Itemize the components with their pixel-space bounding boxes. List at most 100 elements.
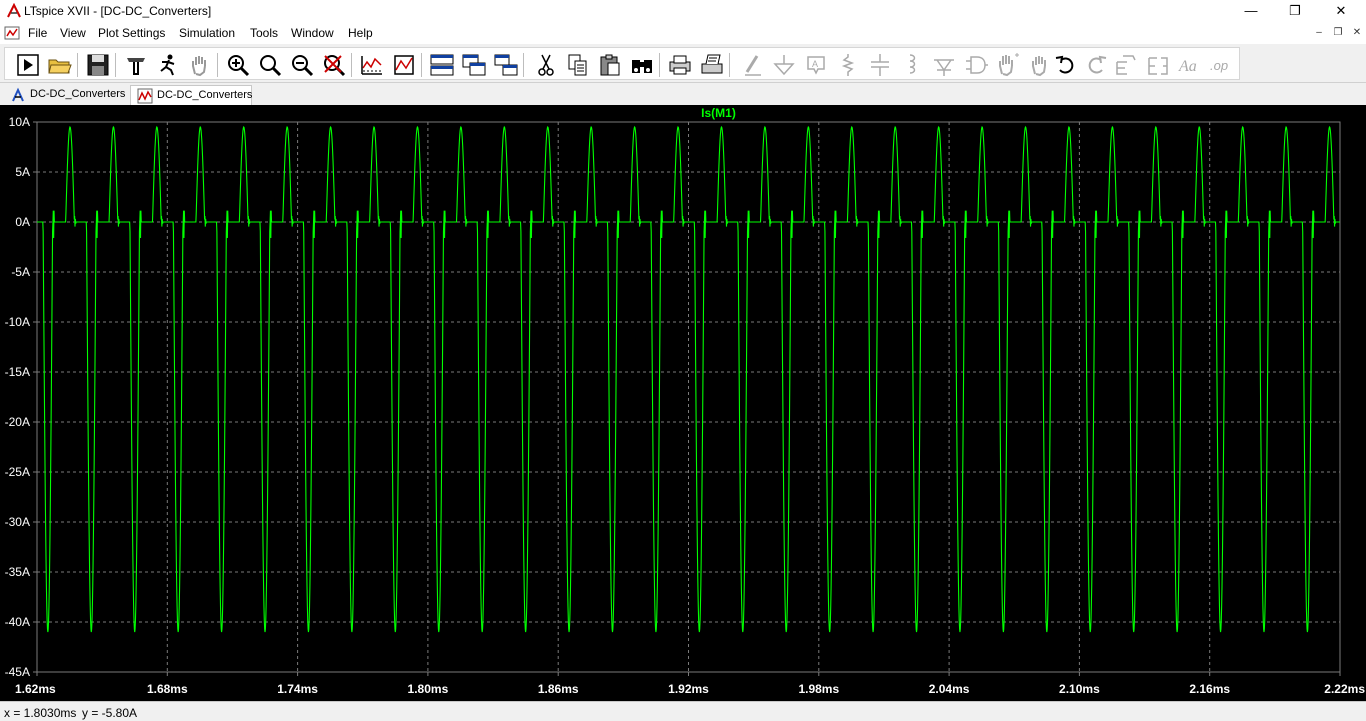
open-folder-icon[interactable] <box>47 52 73 78</box>
x-tick-label: 1.86ms <box>538 682 579 696</box>
zoom-out-icon[interactable] <box>289 52 315 78</box>
x-tick-label: 2.22ms <box>1324 682 1365 696</box>
tab-waveform[interactable]: DC-DC_Converters <box>130 85 252 105</box>
print-setup-icon[interactable] <box>699 52 725 78</box>
x-tick-label: 1.68ms <box>147 682 188 696</box>
x-tick-label: 1.80ms <box>408 682 449 696</box>
mdi-minimize-button[interactable]: ‒ <box>1311 26 1327 40</box>
resistor-icon[interactable] <box>835 52 861 78</box>
diode-icon[interactable] <box>931 52 957 78</box>
tile-vertical-icon[interactable] <box>493 52 519 78</box>
label-layer: 10A 5A 0A -5A -10A -15A -20A -25A -30A -35A -40A -4… <box>5 106 1366 696</box>
svg-text:Aa: Aa <box>1178 58 1197 75</box>
tab-label: DC-DC_Converters <box>157 89 253 101</box>
move-icon[interactable] <box>995 52 1021 78</box>
y-tick-label: -25A <box>5 465 30 479</box>
tab-label: DC-DC_Converters <box>30 88 126 100</box>
y-tick-label: -5A <box>11 265 30 279</box>
toolbar-separator <box>729 53 730 77</box>
find-icon[interactable] <box>629 52 655 78</box>
control-panel-icon[interactable] <box>123 52 149 78</box>
toolbar-separator <box>115 53 116 77</box>
grid-layer <box>33 121 1341 676</box>
redo-icon[interactable] <box>1083 52 1109 78</box>
maximize-button[interactable]: ❐ <box>1272 0 1318 22</box>
waveform-chart[interactable]: 10A 5A 0A -5A -10A -15A -20A -25A -30A -35A -40A -4… <box>0 105 1366 701</box>
ltspice-app-icon <box>6 2 22 19</box>
y-tick-label: 5A <box>15 165 30 179</box>
text-icon[interactable]: Aa <box>1177 52 1203 78</box>
x-tick-label: 2.04ms <box>929 682 970 696</box>
wire-icon[interactable] <box>739 52 765 78</box>
cut-icon[interactable] <box>533 52 559 78</box>
toolbar-separator <box>77 53 78 77</box>
label-icon[interactable]: A <box>803 52 829 78</box>
title-bar: LTspice XVII - [DC-DC_Converters] — ❐ ✕ <box>0 0 1366 22</box>
pan-hand-icon[interactable] <box>187 52 213 78</box>
menu-file[interactable]: File <box>28 26 47 40</box>
drag-icon[interactable] <box>1027 52 1053 78</box>
svg-text:.op: .op <box>1210 58 1228 73</box>
toolbar: A Aa .op <box>0 44 1366 82</box>
y-tick-label: -20A <box>5 415 30 429</box>
menu-tools[interactable]: Tools <box>250 26 278 40</box>
undo-icon[interactable] <box>1053 52 1079 78</box>
paste-icon[interactable] <box>597 52 623 78</box>
document-system-icon[interactable] <box>4 25 20 41</box>
menu-window[interactable]: Window <box>291 26 334 40</box>
cascade-icon[interactable] <box>461 52 487 78</box>
zoom-area-icon[interactable] <box>257 52 283 78</box>
save-icon[interactable] <box>85 52 111 78</box>
menu-simulation[interactable]: Simulation <box>179 26 235 40</box>
component-icon[interactable] <box>963 52 989 78</box>
minimize-button[interactable]: — <box>1228 0 1274 22</box>
cursor-x-readout: x = 1.8030ms <box>4 706 77 720</box>
y-tick-label: 10A <box>9 115 30 129</box>
tile-horizontal-icon[interactable] <box>429 52 455 78</box>
cursor-y-readout: y = -5.80A <box>82 706 138 720</box>
attach-cursor-icon[interactable] <box>391 52 417 78</box>
series-label-is-m1: Is(M1) <box>701 106 736 120</box>
halt-icon[interactable] <box>155 52 181 78</box>
x-tick-label: 1.98ms <box>798 682 839 696</box>
close-button[interactable]: ✕ <box>1318 0 1364 22</box>
print-icon[interactable] <box>667 52 693 78</box>
x-tick-label: 1.62ms <box>15 682 56 696</box>
toolbar-strip: A Aa .op <box>4 47 1240 80</box>
menu-help[interactable]: Help <box>348 26 373 40</box>
menu-plot-settings[interactable]: Plot Settings <box>98 26 165 40</box>
zoom-full-icon[interactable] <box>321 52 347 78</box>
zoom-in-icon[interactable] <box>225 52 251 78</box>
menu-bar: File View Plot Settings Simulation Tools… <box>0 22 1366 44</box>
status-bar: x = 1.8030ms y = -5.80A <box>0 701 1366 721</box>
copy-icon[interactable] <box>565 52 591 78</box>
mirror-icon[interactable] <box>1145 52 1171 78</box>
menu-view[interactable]: View <box>60 26 86 40</box>
window-title: LTspice XVII - [DC-DC_Converters] <box>24 4 212 18</box>
y-tick-label: -10A <box>5 315 30 329</box>
x-tick-label: 1.92ms <box>668 682 709 696</box>
autorange-icon[interactable] <box>359 52 385 78</box>
spice-directive-icon[interactable]: .op <box>1209 52 1235 78</box>
plot-frame <box>36 121 1341 673</box>
mdi-restore-button[interactable]: ❐ <box>1330 26 1346 40</box>
y-tick-label: -15A <box>5 365 30 379</box>
y-tick-label: -40A <box>5 615 30 629</box>
run-icon[interactable] <box>15 52 41 78</box>
toolbar-separator <box>421 53 422 77</box>
x-tick-label: 2.16ms <box>1189 682 1230 696</box>
svg-text:A: A <box>812 59 818 69</box>
toolbar-separator <box>351 53 352 77</box>
inductor-icon[interactable] <box>899 52 925 78</box>
waveform-plot-pane[interactable]: 10A 5A 0A -5A -10A -15A -20A -25A -30A -35A -40A -4… <box>0 105 1366 701</box>
capacitor-icon[interactable] <box>867 52 893 78</box>
document-tab-bar: DC-DC_Converters DC-DC_Converters <box>0 82 1366 105</box>
schematic-icon <box>10 87 26 103</box>
x-tick-label: 2.10ms <box>1059 682 1100 696</box>
tab-schematic[interactable]: DC-DC_Converters <box>4 85 128 105</box>
y-tick-label: 0A <box>15 215 30 229</box>
waveform-icon <box>137 88 153 104</box>
rotate-icon[interactable] <box>1113 52 1139 78</box>
ground-icon[interactable] <box>771 52 797 78</box>
mdi-close-button[interactable]: ✕ <box>1349 26 1365 40</box>
